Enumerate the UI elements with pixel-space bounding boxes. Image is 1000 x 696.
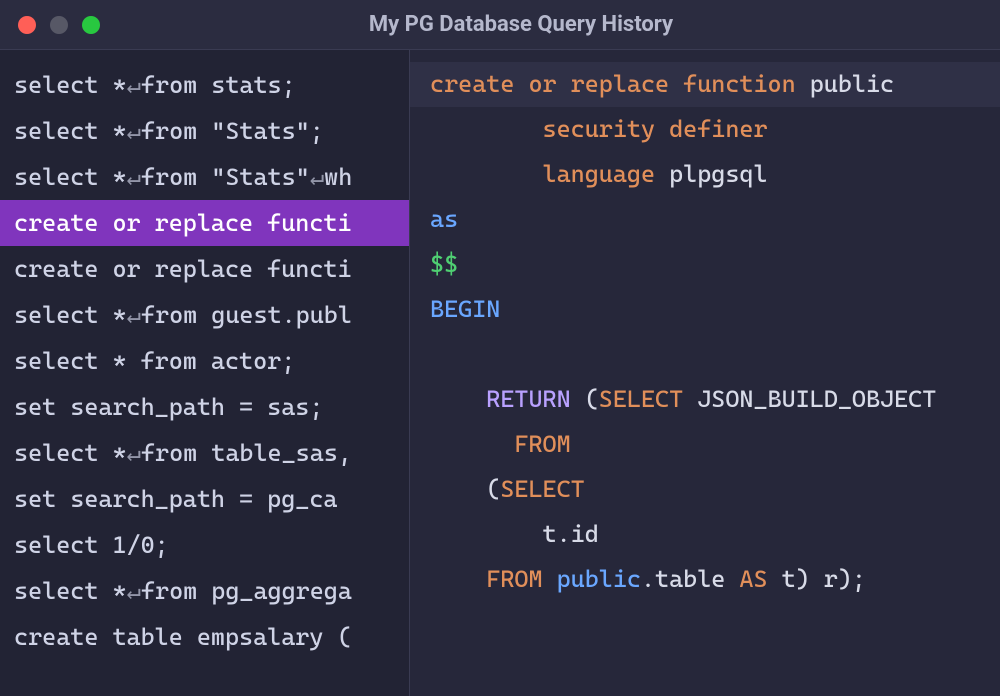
history-item[interactable]: select 1/0; <box>0 522 409 568</box>
history-item[interactable]: set search_path = pg_ca <box>0 476 409 522</box>
token-punc: ( <box>486 475 500 503</box>
token-ret: RETURN <box>486 385 584 413</box>
token-kw: SELECT <box>599 385 697 413</box>
token-id: .table <box>641 565 739 593</box>
code-line: security definer <box>430 107 1000 152</box>
code-line: FROM <box>430 422 1000 467</box>
history-item[interactable]: set search_path = sas; <box>0 384 409 430</box>
history-item[interactable]: create or replace functi <box>0 200 409 246</box>
token-id: plpgsql <box>669 160 767 188</box>
history-item[interactable]: select *↵from stats; <box>0 62 409 108</box>
token-id: t <box>782 565 796 593</box>
code-line: $$ <box>430 242 1000 287</box>
code-line: FROM public.table AS t) r); <box>430 557 1000 602</box>
token-fn: BEGIN <box>430 295 500 323</box>
token-kw: FROM <box>514 430 570 458</box>
token-dd: $$ <box>430 250 458 278</box>
newline-icon: ↵ <box>127 301 141 329</box>
newline-icon: ↵ <box>310 163 324 191</box>
token-id <box>430 340 444 368</box>
token-punc: ) r); <box>796 565 866 593</box>
token-kw: language <box>543 160 670 188</box>
token-id: public <box>810 70 894 98</box>
history-item[interactable]: select *↵from "Stats"↵wh <box>0 154 409 200</box>
newline-icon: ↵ <box>127 163 141 191</box>
history-item[interactable]: create or replace functi <box>0 246 409 292</box>
newline-icon: ↵ <box>127 71 141 99</box>
newline-icon: ↵ <box>127 577 141 605</box>
close-icon[interactable] <box>18 16 36 34</box>
history-item[interactable]: select *↵from guest.publ <box>0 292 409 338</box>
titlebar: My PG Database Query History <box>0 0 1000 50</box>
token-kw: security definer <box>543 115 768 143</box>
code-line: t.id <box>430 512 1000 557</box>
history-item[interactable]: create table empsalary ( <box>0 614 409 660</box>
code-line: BEGIN <box>430 287 1000 332</box>
history-item[interactable]: select * from actor; <box>0 338 409 384</box>
code-line: RETURN (SELECT JSON_BUILD_OBJECT <box>430 377 1000 422</box>
token-id: JSON_BUILD_OBJECT <box>697 385 936 413</box>
token-fn: as <box>430 205 458 233</box>
newline-icon: ↵ <box>127 439 141 467</box>
window-title: My PG Database Query History <box>60 12 982 37</box>
code-line: (SELECT <box>430 467 1000 512</box>
token-punc: ( <box>585 385 599 413</box>
history-item[interactable]: select *↵from "Stats"; <box>0 108 409 154</box>
newline-icon: ↵ <box>127 117 141 145</box>
token-kw: FROM <box>486 565 556 593</box>
code-line: language plpgsql <box>430 152 1000 197</box>
code-line: as <box>430 197 1000 242</box>
code-line <box>430 332 1000 377</box>
history-item[interactable]: select *↵from table_sas, <box>0 430 409 476</box>
query-history-list[interactable]: select *↵from stats;select *↵from "Stats… <box>0 50 410 696</box>
code-line: create or replace function public <box>410 62 1000 107</box>
token-kw: SELECT <box>500 475 584 503</box>
query-detail-pane[interactable]: create or replace function public securi… <box>410 50 1000 696</box>
token-kw: create or replace function <box>430 70 810 98</box>
history-item[interactable]: select *↵from pg_aggrega <box>0 568 409 614</box>
token-id: t.id <box>543 520 599 548</box>
token-fn: public <box>557 565 641 593</box>
content-area: select *↵from stats;select *↵from "Stats… <box>0 50 1000 696</box>
token-kw: AS <box>739 565 781 593</box>
